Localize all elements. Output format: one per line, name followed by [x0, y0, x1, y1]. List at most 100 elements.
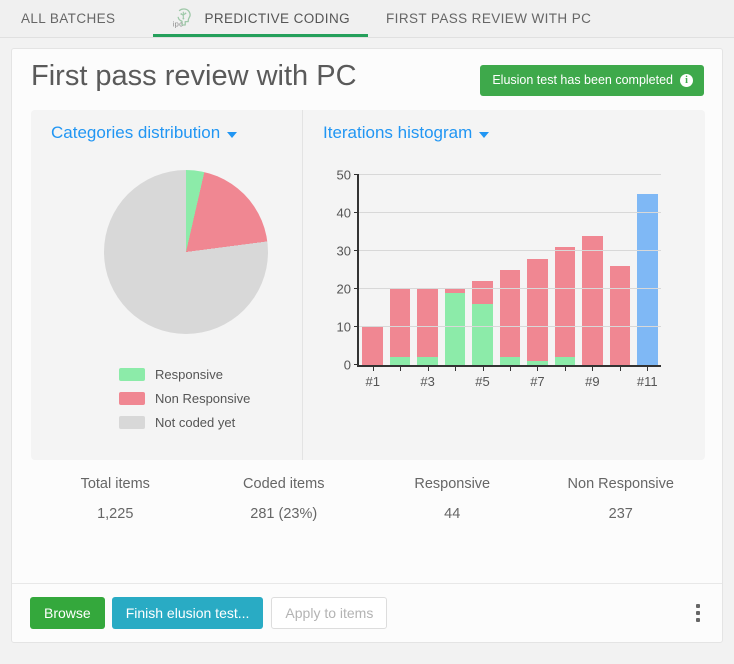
gridline — [359, 174, 661, 175]
stat-non-responsive-label: Non Responsive — [567, 476, 674, 492]
stat-responsive-label: Responsive — [414, 476, 491, 492]
histogram-bar-slot[interactable] — [441, 175, 468, 371]
pie-chart — [104, 170, 268, 334]
status-badge[interactable]: Elusion test has been completed i — [480, 65, 704, 96]
histogram-bar-segment — [554, 247, 576, 358]
legend-item-not-coded: Not coded yet — [119, 410, 250, 434]
tab-predictive-coding[interactable]: ipc PREDICTIVE CODING — [153, 0, 368, 37]
x-axis-tick — [592, 365, 594, 371]
tab-predictive-coding-label: PREDICTIVE CODING — [204, 11, 351, 26]
x-axis-tick — [400, 365, 402, 371]
histogram-bar[interactable] — [362, 327, 384, 365]
kebab-dot — [696, 604, 700, 608]
y-axis-tick — [354, 288, 359, 289]
legend-swatch-non-responsive — [119, 391, 145, 405]
iterations-histogram-dropdown[interactable]: Iterations histogram — [323, 123, 490, 143]
ipc-brain-icon: ipc — [171, 6, 197, 32]
stat-non-responsive-value: 237 — [608, 506, 633, 522]
histogram-bar-segment — [499, 270, 521, 358]
categories-distribution-dropdown[interactable]: Categories distribution — [51, 123, 238, 143]
histogram-bar-slot[interactable]: #5 — [469, 175, 496, 389]
histogram-bar-segment — [389, 289, 411, 358]
histogram-bar-slot[interactable]: #7 — [524, 175, 551, 389]
legend-label-responsive: Responsive — [155, 366, 223, 382]
gridline — [359, 326, 661, 327]
card-footer: Browse Finish elusion test... Apply to i… — [12, 583, 722, 642]
page-title: First pass review with PC — [31, 60, 357, 92]
histogram-bar-slot[interactable]: #3 — [414, 175, 441, 389]
x-axis-tick-label: #7 — [530, 374, 545, 389]
histogram-bar-segment — [472, 304, 493, 365]
x-axis-tick — [619, 365, 621, 371]
finish-elusion-test-button[interactable]: Finish elusion test... — [111, 597, 264, 629]
legend-label-not-coded: Not coded yet — [155, 414, 236, 430]
histogram-bar-segment — [499, 357, 521, 365]
stat-total-items: Total items 1,225 — [31, 476, 200, 522]
stat-non-responsive: Non Responsive 237 — [537, 476, 706, 522]
x-axis-tick — [482, 365, 484, 371]
histogram-bar-slot[interactable]: #1 — [359, 175, 386, 389]
gridline — [359, 288, 661, 289]
histogram-bar[interactable] — [417, 289, 438, 365]
histogram-bar[interactable] — [636, 194, 658, 365]
histogram-bar-segment — [554, 357, 576, 365]
histogram-plot-area: #1 #3 #5 #7 #9 #11 0 10 20 30 40 50 — [337, 168, 661, 389]
y-axis-tick-label: 0 — [343, 357, 351, 373]
y-axis-tick-label: 40 — [336, 205, 351, 221]
histogram-bar-slot[interactable] — [496, 175, 523, 371]
histogram-bar[interactable] — [582, 235, 603, 365]
legend-swatch-not-coded — [119, 415, 145, 429]
x-axis-tick — [564, 365, 566, 371]
tab-all-batches[interactable]: ALL BATCHES — [0, 0, 153, 37]
histogram-bar-segment — [417, 357, 438, 365]
histogram-bar-slot[interactable]: #11 — [634, 175, 661, 389]
iterations-histogram-title: Iterations histogram — [323, 123, 473, 142]
histogram-bar-slot[interactable] — [386, 175, 413, 371]
x-axis-tick — [455, 365, 457, 371]
histogram-bar-slot[interactable]: #9 — [579, 175, 606, 389]
kebab-dot — [696, 611, 700, 615]
status-badge-label: Elusion test has been completed — [492, 73, 673, 87]
histogram-bar-segment — [417, 289, 438, 358]
x-axis-tick — [647, 365, 649, 371]
stat-coded-items-value: 281 (23%) — [250, 506, 318, 522]
gridline — [359, 250, 661, 251]
pie-legend: Responsive Non Responsive Not coded yet — [119, 362, 250, 434]
top-tab-bar: ALL BATCHES ipc PREDICTIVE CODING FIRST … — [0, 0, 734, 38]
histogram-bar[interactable] — [554, 247, 576, 365]
browse-button[interactable]: Browse — [30, 597, 105, 629]
histogram-bar-segment — [444, 292, 466, 365]
kebab-menu-icon[interactable] — [696, 604, 700, 622]
y-axis-tick-label: 30 — [336, 243, 351, 259]
y-axis-tick-label: 20 — [336, 281, 351, 297]
histogram-bar[interactable] — [389, 289, 411, 365]
summary-stats: Total items 1,225 Coded items 281 (23%) … — [31, 476, 705, 522]
card-header: First pass review with PC Elusion test h… — [12, 49, 722, 111]
histogram-bar-segment — [472, 281, 493, 305]
histogram-bar[interactable] — [499, 270, 521, 365]
histogram-chart: #1 #3 #5 #7 #9 #11 0 10 20 30 40 50 — [322, 165, 692, 405]
histogram-bar-segment — [636, 194, 658, 365]
pie-chart-shape — [104, 170, 268, 334]
histogram-bar[interactable] — [444, 289, 466, 365]
tab-first-pass-review-label: FIRST PASS REVIEW WITH PC — [386, 11, 592, 26]
histogram-bar[interactable] — [527, 258, 548, 365]
svg-text:ipc: ipc — [173, 19, 184, 28]
stat-coded-items-label: Coded items — [243, 476, 325, 492]
histogram-bar-slot[interactable] — [551, 175, 578, 371]
histogram-bar-segment — [527, 258, 548, 362]
stat-total-items-value: 1,225 — [97, 506, 134, 522]
tab-first-pass-review-with-pc[interactable]: FIRST PASS REVIEW WITH PC — [368, 0, 609, 37]
x-axis-tick-label: #1 — [365, 374, 380, 389]
histogram-bar[interactable] — [472, 281, 493, 365]
stat-total-items-label: Total items — [80, 476, 150, 492]
histogram-bar-slot[interactable] — [606, 175, 633, 371]
x-axis-tick — [537, 365, 539, 371]
histogram-bar[interactable] — [609, 266, 631, 365]
tab-all-batches-label: ALL BATCHES — [21, 11, 116, 26]
x-axis-tick — [372, 365, 374, 371]
y-axis-tick-label: 50 — [336, 167, 351, 183]
info-icon: i — [680, 73, 693, 87]
charts-panel: Categories distribution Responsive Non R… — [31, 110, 705, 460]
legend-item-non-responsive: Non Responsive — [119, 386, 250, 410]
